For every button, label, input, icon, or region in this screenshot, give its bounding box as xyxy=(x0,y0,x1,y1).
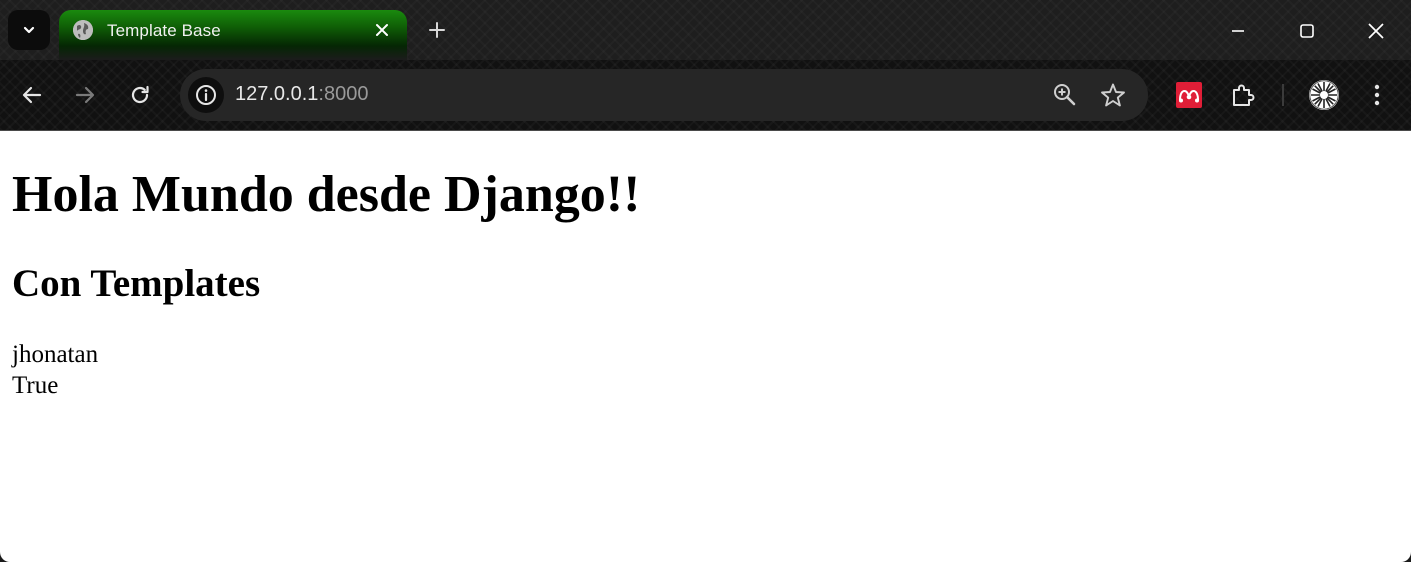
address-bar[interactable]: 127.0.0.1:8000 xyxy=(180,69,1148,121)
tab-search-button[interactable] xyxy=(8,10,50,50)
bookmark-button[interactable] xyxy=(1097,79,1129,111)
maximize-button[interactable] xyxy=(1284,12,1330,50)
reload-button[interactable] xyxy=(122,77,158,113)
zoom-in-icon xyxy=(1054,84,1076,106)
zoom-button[interactable] xyxy=(1049,79,1081,111)
minimize-button[interactable] xyxy=(1215,12,1261,50)
url-port: :8000 xyxy=(318,83,369,105)
text-line: True xyxy=(12,372,59,399)
puzzle-icon xyxy=(1233,84,1255,106)
text-line: jhonatan xyxy=(12,341,99,368)
reload-icon xyxy=(131,85,149,104)
avatar[interactable] xyxy=(1309,80,1339,110)
forward-button[interactable] xyxy=(67,77,103,113)
minimize-icon xyxy=(1232,30,1244,32)
site-info-button[interactable] xyxy=(188,77,224,113)
page-subheading: Con Templates xyxy=(12,262,261,305)
mendeley-icon xyxy=(1176,82,1202,108)
chevron-down-icon xyxy=(23,26,35,34)
url-host: 127.0.0.1 xyxy=(235,83,319,105)
tab-strip: Template Base xyxy=(0,0,1411,60)
tab-active[interactable]: Template Base xyxy=(59,10,407,60)
maximize-icon xyxy=(1300,24,1314,38)
star-icon xyxy=(1101,83,1125,107)
arrow-left-icon xyxy=(22,86,42,104)
tab-close-button[interactable] xyxy=(371,19,393,41)
back-button[interactable] xyxy=(14,77,50,113)
plus-icon xyxy=(429,22,445,38)
page-content: Hola Mundo desde Django!! Con Templates … xyxy=(0,130,1411,562)
globe-icon xyxy=(73,20,93,40)
tab-title: Template Base xyxy=(107,21,221,40)
extensions-button[interactable] xyxy=(1228,80,1258,110)
close-icon xyxy=(376,24,388,36)
close-window-button[interactable] xyxy=(1353,12,1399,50)
browser-menu-button[interactable] xyxy=(1362,80,1392,110)
arrow-right-icon xyxy=(75,86,95,104)
mendeley-extension-button[interactable] xyxy=(1174,80,1204,110)
kebab-menu-icon xyxy=(1374,84,1380,106)
new-tab-button[interactable] xyxy=(422,15,452,45)
browser-toolbar: 127.0.0.1:8000 xyxy=(0,60,1411,130)
close-icon xyxy=(1368,23,1384,39)
page-heading: Hola Mundo desde Django!! xyxy=(12,166,641,223)
info-icon xyxy=(196,85,216,105)
url-text[interactable]: 127.0.0.1:8000 xyxy=(235,83,368,106)
toolbar-divider xyxy=(1282,84,1284,106)
